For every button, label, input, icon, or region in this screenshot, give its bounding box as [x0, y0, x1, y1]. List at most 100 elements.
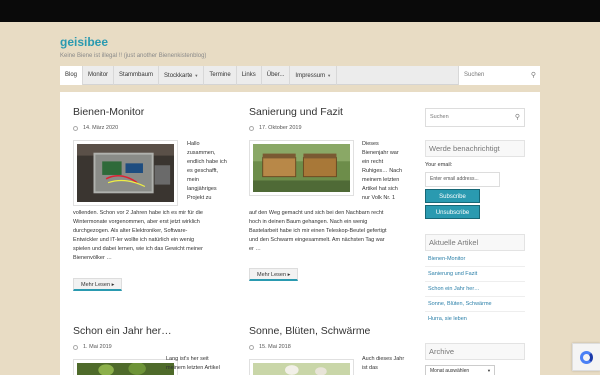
search-icon[interactable]: ⚲ — [531, 66, 536, 85]
recent-posts-heading: Aktuelle Artikel — [425, 234, 525, 251]
clock-icon — [73, 125, 78, 131]
recaptcha-badge[interactable] — [572, 343, 600, 371]
post-title[interactable]: Bienen-Monitor — [73, 106, 233, 118]
recent-post-link[interactable]: Schon ein Jahr her… — [428, 286, 480, 292]
post-title[interactable]: Sonne, Blüten, Schwärme — [249, 325, 409, 337]
nav-item-label: Termine — [209, 71, 231, 78]
main-navigation: Blog Monitor Stammbaum Stockkarte ▼ Termi… — [60, 65, 540, 85]
divider — [425, 266, 525, 267]
excerpt-line: vollenden. Schon vor 2 Jahren habe ich e… — [73, 210, 203, 216]
archive-heading: Archive — [425, 343, 525, 360]
nav-item-label: Stammbaum — [119, 71, 154, 78]
chevron-down-icon: ▼ — [194, 72, 199, 78]
post-excerpt-side: Auch dieses Jahr ist das — [362, 355, 422, 373]
excerpt-line: Artikel hat sich — [362, 186, 398, 192]
chevron-right-icon: ▸ — [287, 272, 291, 278]
email-label: Your email: — [425, 162, 453, 168]
excerpt-line: Entwickler und IT-ler wollte ich natürli… — [73, 237, 195, 243]
excerpt-line: zusammen, — [187, 150, 216, 156]
chevron-right-icon: ▸ — [111, 282, 115, 288]
recent-post-link[interactable]: Sanierung und Fazit — [428, 271, 477, 277]
post-excerpt-side: Lang ist's her seit meinem letzten Artik… — [166, 355, 236, 373]
recent-post-link[interactable]: Bienen-Monitor — [428, 256, 465, 262]
clock-icon — [249, 125, 254, 131]
read-more-button[interactable]: Mehr Lesen ▸ — [73, 278, 123, 291]
nav-item-ueber[interactable]: Über... — [262, 65, 291, 85]
email-field[interactable]: Enter email address... — [425, 172, 500, 187]
site-title[interactable]: geisibee — [60, 35, 108, 49]
electronics-box-photo-icon — [77, 144, 174, 202]
unsubscribe-button[interactable]: Unsubscribe — [425, 205, 480, 219]
post-date: 15. Mai 2018 — [249, 344, 409, 350]
post-thumbnail[interactable] — [249, 140, 354, 196]
sidebar-search-input[interactable]: Suchen ⚲ — [425, 108, 525, 127]
post-date-text: 15. Mai 2018 — [259, 344, 291, 350]
nav-item-label: Stockkarte — [164, 72, 193, 79]
post-date-text: 14. März 2020 — [83, 125, 119, 131]
recent-post-link[interactable]: Hurra, sie leben — [428, 316, 467, 322]
site-tagline: Keine Biene ist illegal !! (just another… — [60, 53, 207, 59]
post-date: 1. Mai 2019 — [73, 344, 233, 350]
nav-item-stammbaum[interactable]: Stammbaum — [114, 65, 160, 85]
excerpt-line: Hallo — [187, 141, 200, 147]
post-date-text: 1. Mai 2019 — [83, 344, 112, 350]
post-schon-ein-jahr-her: Schon ein Jahr her… 1. Mai 2019 — [73, 325, 233, 350]
excerpt-line: Bastelarbeit habe ich mir einen Teleskop… — [249, 228, 387, 234]
subscribe-button[interactable]: Subscribe — [425, 189, 480, 203]
blossom-photo-icon — [253, 363, 350, 375]
nav-search-placeholder: Suchen — [464, 72, 485, 78]
excerpt-line: Wintermonate vorgenommen, aber erst jetz… — [73, 219, 200, 225]
read-more-label: Mehr Lesen — [81, 282, 111, 288]
nav-item-label: Monitor — [88, 71, 109, 78]
nav-item-termine[interactable]: Termine — [204, 65, 237, 85]
excerpt-line: durchgezogen. Als alter Elektroniker, So… — [73, 228, 188, 234]
excerpt-line: endlich habe ich — [187, 159, 227, 165]
read-more-button[interactable]: Mehr Lesen ▸ — [249, 268, 299, 281]
nav-item-stockkarte[interactable]: Stockkarte ▼ — [159, 65, 205, 85]
clock-icon — [73, 344, 78, 350]
excerpt-line: Projekt zu — [187, 195, 212, 201]
nav-search-input[interactable]: Suchen ⚲ — [458, 66, 540, 85]
read-more-label: Mehr Lesen — [257, 272, 287, 278]
nav-item-monitor[interactable]: Monitor — [83, 65, 115, 85]
excerpt-line: er … — [249, 246, 261, 252]
nav-item-label: Blog — [65, 71, 78, 78]
archive-select[interactable]: Monat auswählen ▼ — [425, 365, 495, 375]
post-thumbnail[interactable] — [249, 359, 354, 375]
nav-item-label: Links — [241, 71, 256, 78]
divider — [425, 311, 525, 312]
excerpt-line: Bienenvölker … — [73, 255, 112, 261]
post-excerpt: vollenden. Schon vor 2 Jahren habe ich e… — [73, 209, 238, 263]
post-thumbnail[interactable] — [73, 359, 178, 375]
post-sonne-blueten-schwaerme: Sonne, Blüten, Schwärme 15. Mai 2018 — [249, 325, 409, 350]
excerpt-line: Auch dieses Jahr — [362, 356, 405, 362]
excerpt-line: langjähriges — [187, 186, 217, 192]
archive-select-value: Monat auswählen — [430, 368, 470, 374]
notify-widget-heading: Werde benachrichtigt — [425, 140, 525, 157]
search-icon[interactable]: ⚲ — [515, 109, 520, 126]
excerpt-line: nur Volk Nr. 1 — [362, 195, 396, 201]
post-title[interactable]: Schon ein Jahr her… — [73, 325, 233, 337]
clock-icon — [249, 344, 254, 350]
excerpt-line: Ruhiges… Nach — [362, 168, 403, 174]
excerpt-line: Bienenjahr war — [362, 150, 399, 156]
post-excerpt-side: Dieses Bienenjahr war ein recht Ruhiges…… — [362, 140, 412, 203]
post-excerpt-side: Hallo zusammen, endlich habe ich es gesc… — [187, 140, 237, 203]
post-excerpt: auf den Weg gemacht und sich bei den Nac… — [249, 209, 417, 254]
excerpt-line: auf den Weg gemacht und sich bei den Nac… — [249, 210, 384, 216]
post-bienen-monitor: Bienen-Monitor 14. März 2020 — [73, 106, 233, 131]
recaptcha-icon-accent — [580, 351, 593, 364]
post-sanierung-und-fazit: Sanierung und Fazit 17. Oktober 2019 — [249, 106, 409, 131]
post-thumbnail[interactable] — [73, 140, 178, 206]
nav-item-links[interactable]: Links — [237, 65, 262, 85]
excerpt-line: Dieses — [362, 141, 379, 147]
chevron-down-icon: ▼ — [327, 72, 332, 78]
post-title[interactable]: Sanierung und Fazit — [249, 106, 409, 118]
excerpt-line: ist das — [362, 365, 378, 371]
nav-item-blog[interactable]: Blog — [60, 65, 84, 85]
post-date: 14. März 2020 — [73, 125, 233, 131]
nav-item-impressum[interactable]: Impressum ▼ — [290, 65, 338, 85]
recent-post-link[interactable]: Sonne, Blüten, Schwärme — [428, 301, 492, 307]
nav-item-label: Über... — [266, 71, 285, 78]
email-placeholder: Enter email address... — [430, 176, 479, 182]
